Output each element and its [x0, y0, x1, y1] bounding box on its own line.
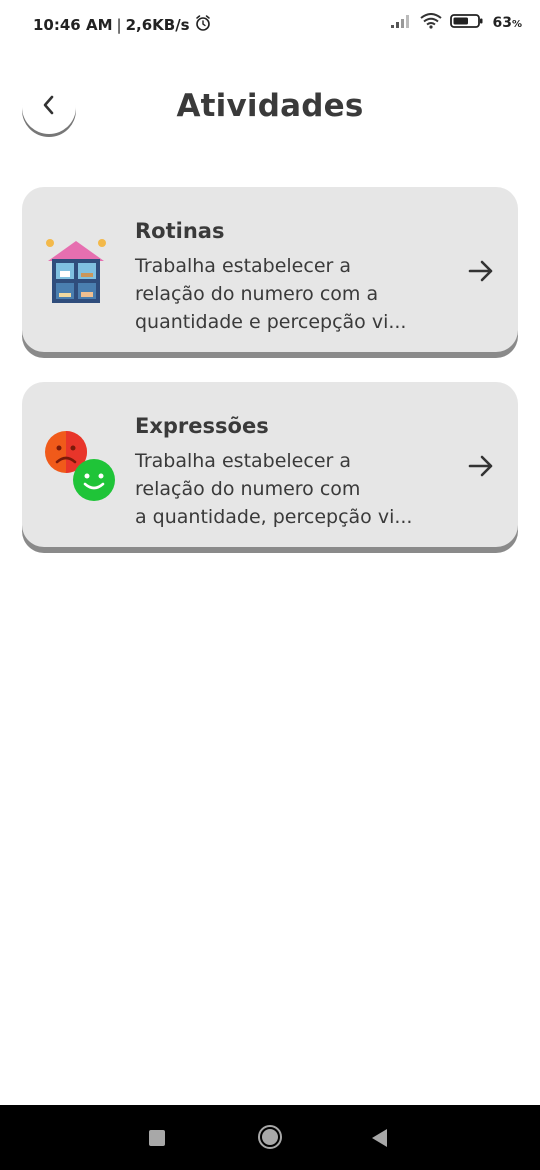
nav-back-button[interactable] — [372, 1129, 387, 1147]
card-description-line: a quantidade, percepção vi... — [135, 506, 413, 528]
card-description-line: relação do numero com — [135, 478, 361, 500]
status-right: 63% — [390, 13, 522, 33]
battery-percentage: 63% — [492, 15, 522, 31]
card-description: Trabalha estabelecer a relação do numero… — [135, 252, 435, 336]
emotion-faces-icon — [44, 430, 118, 508]
battery-percent-value: 63 — [492, 15, 512, 31]
card-title: Rotinas — [135, 219, 225, 243]
card-description-line: quantidade e percepção vi... — [135, 311, 407, 333]
activity-card-rotinas[interactable]: Rotinas Trabalha estabelecer a relação d… — [22, 187, 518, 352]
card-description: Trabalha estabelecer a relação do numero… — [135, 447, 435, 531]
status-data-speed: 2,6KB/s — [125, 16, 190, 34]
card-description-line: relação do numero com a — [135, 283, 379, 305]
status-separator: | — [116, 16, 122, 34]
signal-icon — [390, 13, 412, 33]
card-description-line: Trabalha estabelecer a — [135, 255, 352, 277]
battery-percent-suffix: % — [511, 19, 522, 30]
battery-icon — [450, 13, 484, 33]
home-button[interactable] — [258, 1125, 282, 1149]
recents-button[interactable] — [149, 1130, 165, 1146]
status-bar: 10:46 AM | 2,6KB/s 63% — [0, 0, 540, 48]
card-description-line: Trabalha estabelecer a — [135, 450, 352, 472]
activity-card-expressoes[interactable]: Expressões Trabalha estabelecer a relaçã… — [22, 382, 518, 547]
status-time: 10:46 AM — [33, 16, 113, 34]
page-title: Atividades — [176, 88, 364, 124]
arrow-right-icon[interactable] — [468, 259, 494, 287]
wifi-icon — [420, 13, 443, 33]
navigation-bar — [0, 1105, 540, 1170]
card-title: Expressões — [135, 414, 269, 438]
arrow-right-icon[interactable] — [468, 454, 494, 482]
house-icon — [44, 237, 108, 311]
alarm-icon — [194, 14, 212, 36]
status-left: 10:46 AM | 2,6KB/s — [33, 14, 212, 36]
